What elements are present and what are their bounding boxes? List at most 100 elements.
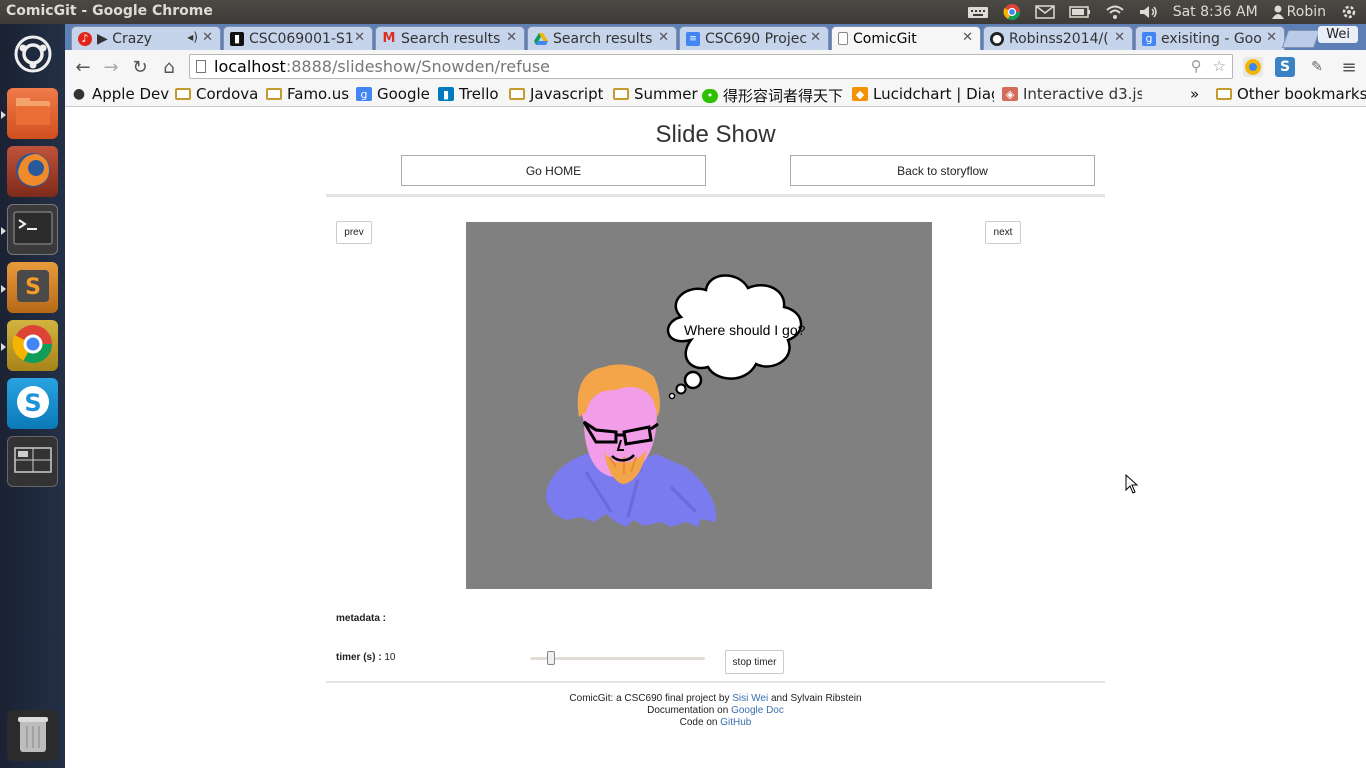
bookmark-lucidchart[interactable]: ◆ Lucidchart | Diagr: [852, 85, 994, 103]
folder-icon: [509, 88, 525, 100]
chrome-tray-icon[interactable]: [1003, 3, 1021, 21]
tab-close-icon[interactable]: ✕: [354, 30, 365, 45]
timer-slider[interactable]: [530, 651, 705, 665]
new-tab-button[interactable]: [1281, 30, 1321, 48]
timer-slider-thumb[interactable]: [546, 651, 555, 665]
google-doc-link[interactable]: Google Doc: [731, 705, 784, 716]
tab-drive-search[interactable]: Search results ✕: [527, 26, 677, 50]
lucidchart-icon: ◆: [852, 87, 868, 101]
tab-crazy[interactable]: ♪ ▶ Crazy ◂) ✕: [71, 26, 221, 50]
slide-canvas: Where should I go?: [466, 222, 932, 589]
arrow-left-icon: ←: [75, 56, 91, 78]
tab-csc690-doc[interactable]: ≡ CSC690 Projec ✕: [679, 26, 829, 50]
terminal-launcher[interactable]: [7, 204, 58, 255]
tab-close-icon[interactable]: ✕: [658, 30, 669, 45]
star-icon[interactable]: ☆: [1213, 57, 1226, 75]
extension-s-icon[interactable]: S: [1275, 57, 1295, 77]
timer-row: timer (s) : 10: [336, 652, 395, 663]
sublime-launcher[interactable]: S: [7, 262, 58, 313]
bookmark-cordova[interactable]: Cordova: [175, 85, 258, 103]
tab-close-icon[interactable]: ✕: [962, 30, 973, 45]
skype-launcher[interactable]: S: [7, 378, 58, 429]
tab-comicgit[interactable]: ComicGit ✕: [831, 26, 981, 50]
bookmark-famous[interactable]: Famo.us: [266, 85, 349, 103]
wechat-icon: •: [702, 88, 718, 103]
reload-button[interactable]: ↻: [128, 55, 152, 79]
tab-gmail-search[interactable]: M Search results ✕: [375, 26, 525, 50]
drive-icon: [534, 32, 548, 46]
tab-github[interactable]: ● Robinss2014/( ✕: [983, 26, 1133, 50]
github-link[interactable]: GitHub: [720, 717, 751, 728]
prev-button[interactable]: prev: [336, 221, 372, 244]
reload-icon: ↻: [132, 56, 148, 78]
mouse-cursor-icon: [1125, 473, 1139, 498]
bookmarks-overflow-button[interactable]: »: [1190, 85, 1199, 103]
footer-documentation: Documentation on Google Doc: [647, 705, 784, 716]
search-icon[interactable]: ⚲: [1191, 57, 1202, 75]
address-host: localhost: [214, 57, 286, 76]
files-launcher[interactable]: [7, 88, 58, 139]
ubuntu-dash-button[interactable]: [7, 30, 58, 81]
menu-icon[interactable]: ≡: [1339, 57, 1359, 78]
timer-slider-track: [530, 657, 705, 660]
clock[interactable]: Sat 8:36 AM: [1173, 4, 1258, 20]
other-bookmarks[interactable]: Other bookmarks: [1216, 85, 1366, 103]
gmail-icon: M: [382, 31, 396, 46]
extension-chrome-icon[interactable]: [1243, 57, 1263, 77]
google-icon: g: [356, 87, 372, 101]
bookmark-apple-dev[interactable]: ● Apple Dev: [71, 85, 169, 103]
next-button[interactable]: next: [985, 221, 1021, 244]
volume-icon[interactable]: [1139, 5, 1159, 19]
tab-close-icon[interactable]: ✕: [810, 30, 821, 45]
d3-icon: ◈: [1002, 87, 1018, 101]
workspace-switcher-launcher[interactable]: [7, 436, 58, 487]
svg-text:S: S: [24, 389, 41, 417]
home-button[interactable]: ⌂: [157, 55, 181, 79]
back-button[interactable]: ←: [71, 55, 95, 79]
bookmark-d3[interactable]: ◈ Interactive d3.js t: [1002, 85, 1142, 103]
go-home-button[interactable]: Go HOME: [401, 155, 706, 186]
profile-badge[interactable]: Wei: [1318, 26, 1358, 43]
keyboard-icon[interactable]: [967, 5, 989, 19]
speech-bubble-text: Where should I go?: [684, 322, 806, 338]
page-icon: ▮: [230, 31, 244, 46]
tab-close-icon[interactable]: ✕: [1266, 30, 1277, 45]
tab-close-icon[interactable]: ✕: [506, 30, 517, 45]
folder-icon: [266, 88, 282, 100]
window-title: ComicGit - Google Chrome: [6, 3, 213, 19]
tab-google-search[interactable]: g exisiting - Goo ✕: [1135, 26, 1285, 50]
bookmark-summer[interactable]: Summer: [613, 85, 698, 103]
divider: [326, 194, 1105, 197]
stop-timer-button[interactable]: stop timer: [725, 650, 784, 674]
chrome-launcher[interactable]: [7, 320, 58, 371]
browser-tab-strip: ♪ ▶ Crazy ◂) ✕ ▮ CSC069001-S1 ✕ M Search…: [65, 24, 1366, 50]
firefox-launcher[interactable]: [7, 146, 58, 197]
tab-close-icon[interactable]: ✕: [1114, 30, 1125, 45]
trash-launcher[interactable]: [7, 710, 58, 761]
wifi-icon[interactable]: [1105, 4, 1125, 20]
bookmark-google[interactable]: g Google: [356, 85, 430, 103]
google-icon: g: [1142, 31, 1156, 46]
browser-toolbar: ← → ↻ ⌂ localhost:8888/slideshow/Snowden…: [65, 50, 1366, 83]
mail-icon[interactable]: [1034, 5, 1055, 19]
bookmark-trello[interactable]: ▮ Trello: [438, 85, 499, 103]
workspace-icon: [13, 446, 52, 477]
power-gear-icon[interactable]: [1340, 3, 1358, 21]
forward-button[interactable]: →: [99, 55, 123, 79]
address-bar[interactable]: localhost:8888/slideshow/Snowden/refuse …: [189, 54, 1233, 79]
tab-close-icon[interactable]: ✕: [202, 30, 213, 45]
eyedropper-icon[interactable]: ✎: [1307, 57, 1327, 77]
tab-csc069001[interactable]: ▮ CSC069001-S1 ✕: [223, 26, 373, 50]
author-link[interactable]: Sisi Wei: [732, 693, 768, 704]
folder-icon: [613, 88, 629, 100]
battery-icon[interactable]: [1068, 6, 1091, 18]
address-path: :8888/slideshow/Snowden/refuse: [285, 57, 551, 76]
unity-launcher: S S: [0, 24, 65, 768]
back-to-storyflow-button[interactable]: Back to storyflow: [790, 155, 1095, 186]
arrow-right-icon: →: [103, 56, 119, 78]
svg-text:S: S: [25, 275, 41, 300]
bookmark-wechat[interactable]: • 得形容词者得天下: [702, 85, 844, 106]
user-menu[interactable]: Robin: [1271, 4, 1326, 20]
bookmark-javascript[interactable]: Javascript: [509, 85, 603, 103]
system-top-panel: ComicGit - Google Chrome Sat 8:36 AM Rob…: [0, 0, 1366, 24]
